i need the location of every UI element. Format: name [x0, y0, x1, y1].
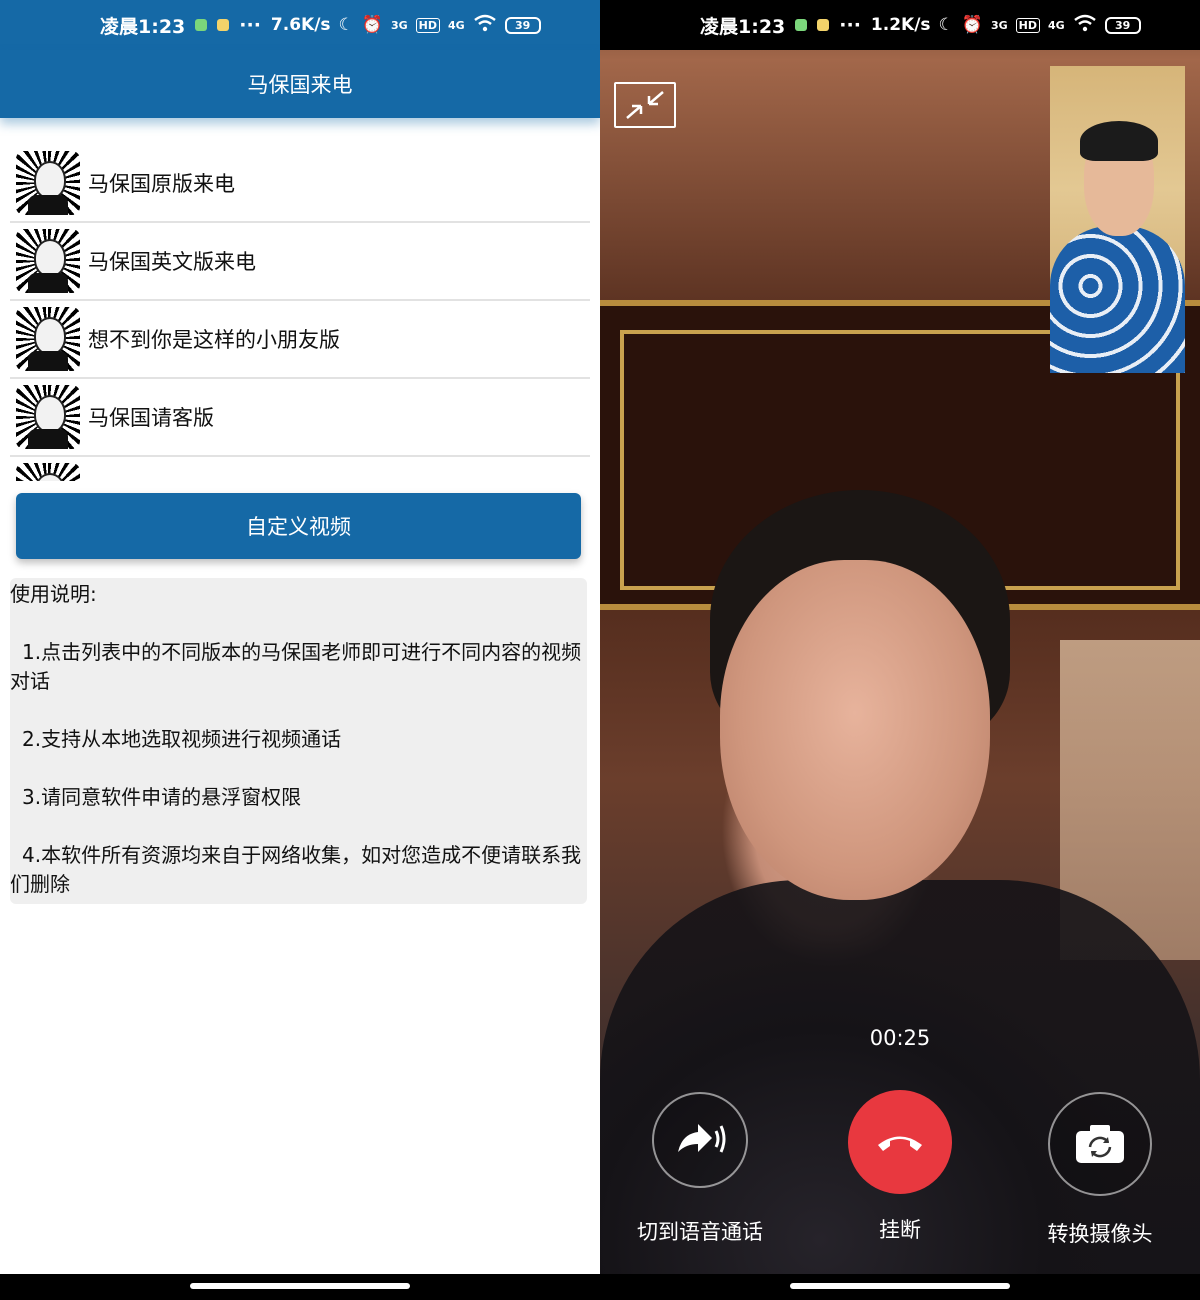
list-item-label: 马保国请客版 [88, 406, 214, 430]
avatar-image [16, 151, 80, 215]
call-version-list[interactable]: 马保国原版来电 马保国英文版来电 想不到你是这样的小朋友版 马保国请客版 [10, 145, 590, 481]
list-item[interactable]: 想不到你是这样的小朋友版 [10, 301, 590, 379]
hangup-icon [878, 1136, 922, 1151]
list-item-label: 马保国英文版来电 [88, 250, 256, 274]
instruction-item: 4.本软件所有资源均来自于网络收集，如对您造成不便请联系我们删除 [10, 843, 582, 896]
minimize-button[interactable] [614, 82, 676, 128]
notification-icon [795, 19, 808, 31]
caller-face [720, 560, 990, 900]
navigation-bar [600, 1274, 1200, 1300]
voice-switch-button[interactable] [652, 1092, 748, 1188]
app-list-screen: 凌晨1:23 ··· 7.6K/s ☾ ⏰ 3G HD 4G 39 马保国来电 … [0, 0, 600, 1300]
avatar-image [16, 307, 80, 371]
moon-icon: ☾ [938, 15, 954, 35]
avatar-image [16, 463, 80, 481]
voice-switch-icon [678, 1124, 726, 1153]
instruction-item: 3.请同意软件申请的悬浮窗权限 [22, 785, 302, 809]
camera-switch-icon [1076, 1125, 1124, 1163]
notification-icon [817, 19, 830, 31]
status-icons: 7.6K/s ☾ ⏰ 3G HD 4G 39 [271, 14, 541, 37]
status-more: ··· [239, 14, 261, 36]
list-item[interactable]: 马保国请客版 [10, 379, 590, 457]
status-time: 凌晨1:23 [700, 15, 786, 38]
signal-4g-icon: 4G [448, 18, 465, 32]
camera-switch-label: 转换摄像头 [1047, 1222, 1153, 1246]
minimize-icon [626, 91, 664, 119]
status-more: ··· [839, 14, 861, 36]
moon-icon: ☾ [338, 15, 354, 35]
list-item-label: 马保国原版来电 [88, 172, 235, 196]
home-gesture-bar[interactable] [790, 1283, 1010, 1289]
hangup-label: 挂断 [879, 1218, 921, 1242]
list-item[interactable]: 马保国英文版来电 [10, 223, 590, 301]
voice-switch-label: 切到语音通话 [637, 1220, 763, 1244]
network-speed: 1.2K/s [870, 15, 931, 35]
hd-icon: HD [415, 17, 440, 33]
camera-switch-control: 转换摄像头 [1000, 1092, 1200, 1248]
video-call-screen: 凌晨1:23 ··· 1.2K/s ☾ ⏰ 3G HD 4G 39 00:25 [600, 0, 1200, 1300]
network-speed: 7.6K/s [270, 15, 331, 35]
battery-icon: 39 [504, 16, 541, 34]
list-item-partial[interactable] [10, 457, 590, 481]
self-hair [1080, 121, 1158, 161]
home-gesture-bar[interactable] [190, 1283, 410, 1289]
custom-video-button[interactable]: 自定义视频 [16, 493, 581, 559]
avatar-image [16, 385, 80, 449]
signal-3g-icon: 3G [990, 18, 1008, 32]
instructions-panel: 使用说明: 1.点击列表中的不同版本的马保国老师即可进行不同内容的视频对话 2.… [10, 578, 587, 904]
signal-4g-icon: 4G [1048, 18, 1065, 32]
instruction-item: 1.点击列表中的不同版本的马保国老师即可进行不同内容的视频对话 [10, 640, 582, 693]
hd-icon: HD [1015, 17, 1040, 33]
self-body [1050, 226, 1185, 373]
alarm-icon: ⏰ [961, 15, 983, 35]
status-bar: 凌晨1:23 ··· 1.2K/s ☾ ⏰ 3G HD 4G 39 [600, 0, 1200, 50]
page-title: 马保国来电 [247, 73, 353, 97]
status-bar: 凌晨1:23 ··· 7.6K/s ☾ ⏰ 3G HD 4G 39 [0, 0, 600, 50]
list-item[interactable]: 马保国原版来电 [10, 145, 590, 223]
camera-switch-button[interactable] [1048, 1092, 1152, 1196]
wifi-icon [1073, 14, 1097, 37]
call-timer: 00:25 [869, 1026, 931, 1050]
signal-3g-icon: 3G [390, 18, 408, 32]
instructions-title: 使用说明: [10, 582, 97, 606]
self-camera-preview[interactable] [1050, 66, 1185, 373]
hangup-control: 挂断 [800, 1090, 1000, 1244]
instruction-item: 2.支持从本地选取视频进行视频通话 [22, 727, 342, 751]
wifi-icon [473, 14, 497, 37]
list-item-label: 想不到你是这样的小朋友版 [88, 328, 340, 352]
notification-icon [217, 19, 230, 31]
alarm-icon: ⏰ [361, 15, 383, 35]
status-icons: 1.2K/s ☾ ⏰ 3G HD 4G 39 [871, 14, 1141, 37]
voice-switch-control: 切到语音通话 [600, 1092, 800, 1246]
battery-icon: 39 [1104, 16, 1141, 34]
app-title-bar: 马保国来电 [0, 50, 600, 118]
notification-icon [195, 19, 208, 31]
status-time: 凌晨1:23 [100, 15, 186, 38]
navigation-bar [0, 1274, 600, 1300]
avatar-image [16, 229, 80, 293]
hangup-button[interactable] [848, 1090, 952, 1194]
